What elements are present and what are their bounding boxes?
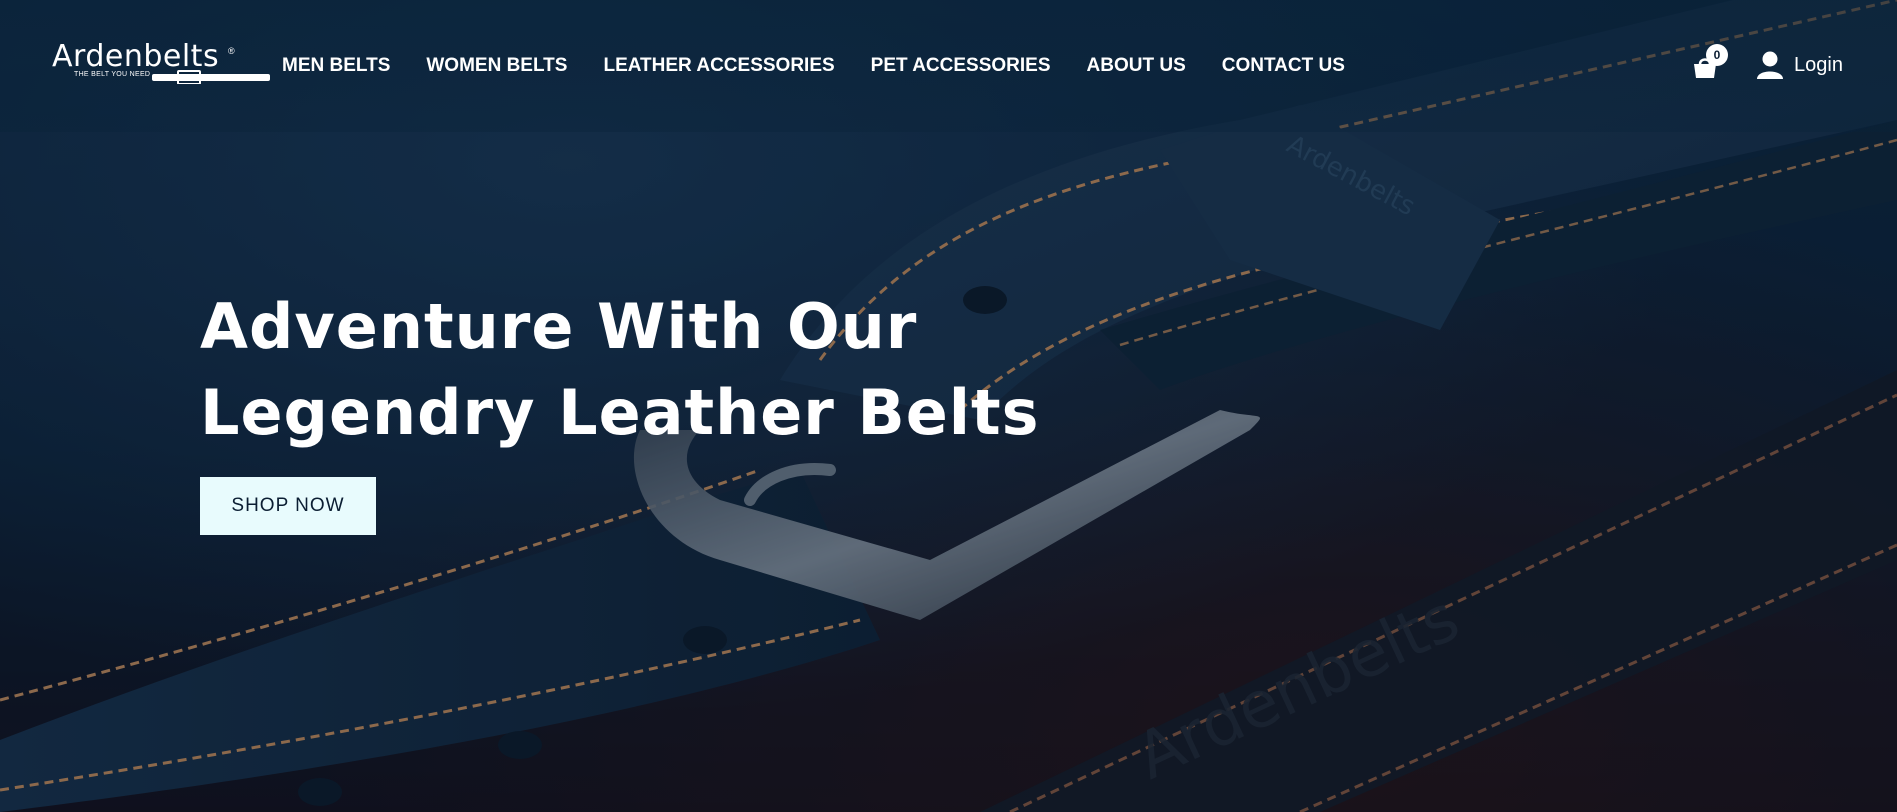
hero-section: Ardenbelts Ardenbelts Ardenbelts ® THE B… bbox=[0, 0, 1897, 812]
site-header: Ardenbelts ® THE BELT YOU NEED MEN BELTS… bbox=[0, 0, 1897, 132]
hero-title-line-1: Adventure With Our bbox=[200, 290, 918, 363]
nav-item-leather-accessories[interactable]: LEATHER ACCESSORIES bbox=[603, 54, 834, 78]
nav-item-women-belts[interactable]: WOMEN BELTS bbox=[426, 54, 567, 78]
belt-logo-icon bbox=[152, 70, 270, 84]
hero-title: Adventure With Our Legendry Leather Belt… bbox=[200, 284, 1040, 456]
logo-wordmark: Ardenbelts bbox=[52, 39, 220, 74]
user-icon bbox=[1757, 51, 1783, 79]
login-link[interactable]: Login bbox=[1756, 50, 1843, 80]
login-label: Login bbox=[1794, 53, 1843, 76]
logo-tagline: THE BELT YOU NEED bbox=[74, 71, 151, 78]
shop-now-button[interactable]: SHOP NOW bbox=[200, 477, 376, 535]
logo-registered-mark: ® bbox=[228, 46, 235, 56]
main-navigation: MEN BELTS WOMEN BELTS LEATHER ACCESSORIE… bbox=[282, 54, 1381, 78]
nav-item-men-belts[interactable]: MEN BELTS bbox=[282, 54, 390, 78]
hero-title-line-2: Legendry Leather Belts bbox=[200, 376, 1040, 449]
nav-item-pet-accessories[interactable]: PET ACCESSORIES bbox=[871, 54, 1051, 78]
brand-logo[interactable]: Ardenbelts ® THE BELT YOU NEED bbox=[52, 39, 270, 86]
cart-count-badge: 0 bbox=[1706, 44, 1728, 66]
nav-item-about-us[interactable]: ABOUT US bbox=[1087, 54, 1186, 78]
nav-item-contact-us[interactable]: CONTACT US bbox=[1222, 54, 1345, 78]
